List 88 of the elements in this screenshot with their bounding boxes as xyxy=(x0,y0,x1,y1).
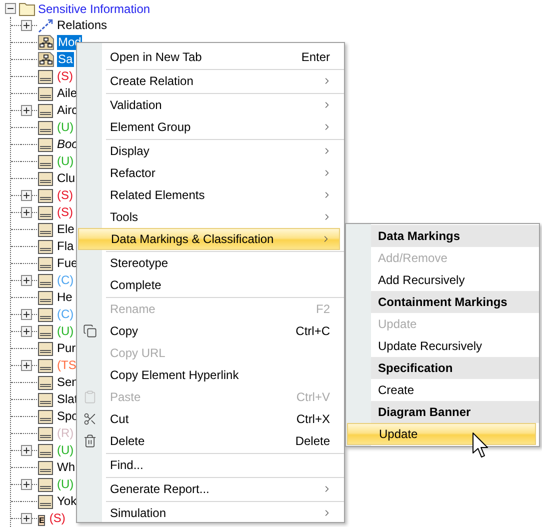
block-icon xyxy=(38,70,53,84)
menu-item[interactable]: Update xyxy=(347,423,536,445)
menu-item[interactable]: Copy Element Hyperlink xyxy=(78,364,340,386)
tree-item[interactable]: (S) xyxy=(56,188,74,203)
block-icon xyxy=(38,138,53,152)
block-icon xyxy=(38,172,53,186)
menu-item[interactable]: Validation xyxy=(78,94,340,116)
menu-item[interactable]: Cut Ctrl+X xyxy=(78,408,340,430)
block-icon xyxy=(38,240,53,254)
expand-icon[interactable] xyxy=(21,190,32,201)
trash-icon xyxy=(82,434,96,448)
tree-item[interactable]: Ele xyxy=(56,222,76,237)
menu-item[interactable]: Data Markings & Classification xyxy=(78,228,340,250)
section-header: Containment Markings xyxy=(371,291,539,313)
block-icon xyxy=(38,444,53,458)
tree-item[interactable]: Sensitive Information xyxy=(38,0,150,18)
block-icon xyxy=(38,308,53,322)
block-icon xyxy=(38,120,53,134)
tree-item[interactable]: Pur xyxy=(56,341,77,356)
expand-icon[interactable] xyxy=(21,20,32,31)
expand-icon[interactable] xyxy=(21,309,32,320)
expand-icon[interactable] xyxy=(21,445,32,456)
block-icon xyxy=(38,358,53,372)
diagram-icon xyxy=(38,52,54,67)
menu-item[interactable]: Related Elements xyxy=(78,184,340,206)
tree-item[interactable]: Wh xyxy=(56,460,76,475)
section-header: Diagram Banner xyxy=(371,401,539,423)
block-icon xyxy=(38,426,53,440)
expand-icon[interactable] xyxy=(21,326,32,337)
block-icon xyxy=(38,104,53,118)
menu-item[interactable]: Delete Delete xyxy=(78,430,340,452)
expand-icon[interactable] xyxy=(21,207,32,218)
clipboard-icon xyxy=(82,390,96,404)
expand-icon[interactable] xyxy=(21,105,32,116)
menu-item[interactable]: Find... xyxy=(78,454,340,476)
scissors-icon xyxy=(82,412,96,426)
menu-item[interactable]: Generate Report... xyxy=(78,478,340,500)
menu-item[interactable]: Tools xyxy=(78,206,340,228)
block-icon xyxy=(38,206,53,220)
menu-item[interactable]: Update Recursively xyxy=(347,335,536,357)
diagonal-line-icon xyxy=(38,18,53,32)
block-icon xyxy=(38,460,53,474)
tree-item[interactable]: He xyxy=(56,290,74,305)
expand-icon[interactable] xyxy=(21,479,32,490)
block-icon xyxy=(38,274,53,288)
tree-item[interactable]: Sa xyxy=(57,52,74,67)
mouse-cursor-icon xyxy=(472,432,491,460)
menu-item[interactable]: Create xyxy=(347,379,536,401)
menu-item[interactable]: Complete xyxy=(78,274,340,296)
tree-item[interactable]: Clu xyxy=(56,171,76,186)
tree-item[interactable]: Relations xyxy=(56,18,108,33)
menu-item[interactable]: Create Relation xyxy=(78,70,340,92)
block-icon xyxy=(38,222,53,236)
copy-icon xyxy=(82,324,96,338)
menu-item[interactable]: Copy Ctrl+C xyxy=(78,320,340,342)
menu-item[interactable]: Add Recursively xyxy=(347,269,536,291)
block-icon xyxy=(38,478,53,492)
block-icon xyxy=(38,188,53,202)
diagram-icon xyxy=(38,35,54,50)
block-icon xyxy=(38,324,53,338)
section-header: Specification xyxy=(371,357,539,379)
block-icon xyxy=(38,342,53,356)
tree-item[interactable]: Aile xyxy=(56,86,78,101)
tree-item[interactable]: (S) xyxy=(56,205,74,220)
enumeration-icon: E xyxy=(38,514,46,526)
tree-item[interactable]: (S) xyxy=(56,69,74,84)
folder-icon xyxy=(19,2,35,16)
block-icon xyxy=(38,410,53,424)
block-icon xyxy=(38,154,53,168)
menu-item[interactable]: Display xyxy=(78,140,340,162)
menu-item[interactable]: Simulation xyxy=(78,502,340,524)
tree-item[interactable]: Fla xyxy=(56,239,75,254)
collapse-icon[interactable] xyxy=(5,3,16,14)
block-icon xyxy=(38,376,53,390)
section-header: Data Markings xyxy=(371,225,539,247)
block-icon xyxy=(38,290,53,304)
menu-item[interactable]: Refactor xyxy=(78,162,340,184)
expand-icon[interactable] xyxy=(21,513,32,524)
block-icon xyxy=(38,494,53,508)
menu-item[interactable]: Element Group xyxy=(78,116,340,138)
tree-item[interactable]: (S) xyxy=(48,511,66,526)
tree-item[interactable]: Yok xyxy=(56,494,78,509)
block-icon xyxy=(38,392,53,406)
expand-icon[interactable] xyxy=(21,275,32,286)
expand-icon[interactable] xyxy=(21,360,32,371)
block-icon xyxy=(38,256,53,270)
block-icon xyxy=(38,86,53,100)
menu-item[interactable]: Stereotype xyxy=(78,252,340,274)
